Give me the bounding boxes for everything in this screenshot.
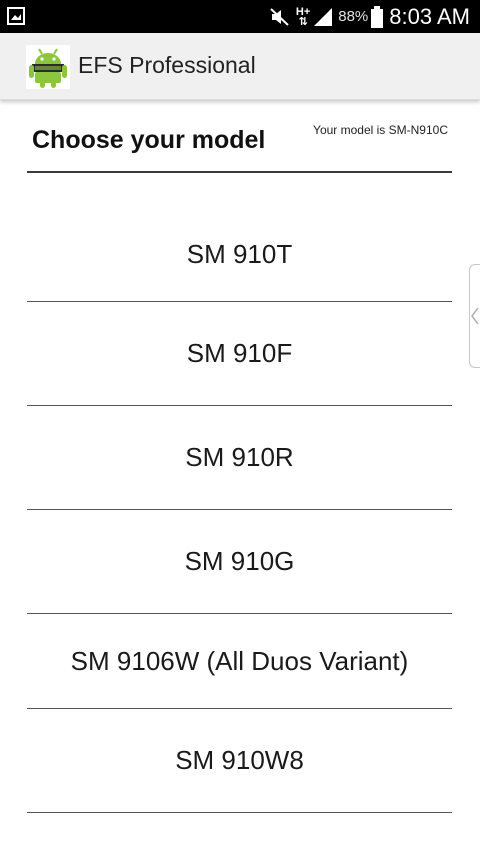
model-option-sm-910g[interactable]: SM 910G	[27, 510, 452, 614]
battery-percent: 88%	[338, 8, 369, 25]
model-option-sm-910f[interactable]: SM 910F	[27, 302, 452, 406]
clock: 8:03 AM	[389, 3, 470, 29]
mute-icon	[270, 7, 289, 26]
model-option-sm-910r[interactable]: SM 910R	[27, 406, 452, 510]
data-arrows-icon: ⇅	[298, 15, 308, 28]
app-title: EFS Professional	[78, 52, 256, 78]
status-bar: H+ ⇅ 88% 8:03 AM	[0, 0, 480, 33]
side-panel-handle[interactable]	[469, 264, 480, 368]
model-option-sm-910t[interactable]: SM 910T	[27, 173, 452, 302]
network-type-indicator: H+ ⇅	[295, 5, 311, 28]
battery-icon	[371, 5, 384, 28]
page-title: Choose your model	[32, 126, 266, 154]
model-option-sm-9106w[interactable]: SM 9106W (All Duos Variant)	[27, 614, 452, 709]
chevron-left-icon	[471, 307, 479, 325]
android-app-icon[interactable]	[26, 45, 70, 89]
gallery-notification-icon	[7, 7, 25, 25]
signal-icon	[314, 7, 333, 26]
model-list: SM 910T SM 910F SM 910R SM 910G SM 9106W…	[27, 173, 452, 813]
action-bar: EFS Professional	[0, 33, 480, 100]
model-option-sm-910w8[interactable]: SM 910W8	[27, 709, 452, 813]
network-type-label: H+	[295, 5, 311, 18]
status-icons: H+ ⇅ 88% 8:03 AM	[270, 0, 470, 33]
current-model-note: Your model is SM-N910C	[313, 123, 448, 137]
